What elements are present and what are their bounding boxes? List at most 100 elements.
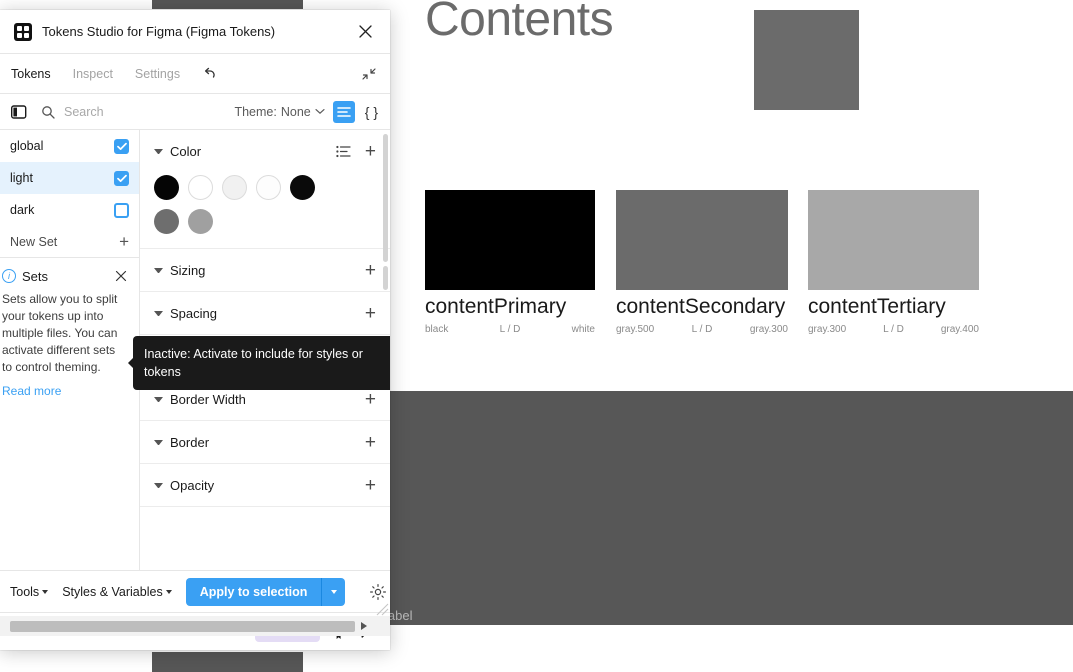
- token-section-opacity[interactable]: Opacity +: [140, 464, 390, 507]
- vertical-scrollbar-thumb[interactable]: [383, 134, 388, 262]
- plugin-titlebar: Tokens Studio for Figma (Figma Tokens): [0, 10, 390, 54]
- tokens-studio-plugin-window: Tokens Studio for Figma (Figma Tokens) T…: [0, 10, 390, 650]
- list-view-toggle[interactable]: [332, 100, 355, 123]
- sets-info-header: i Sets: [2, 268, 129, 284]
- color-card[interactable]: contentPrimary black L / D white: [425, 190, 595, 335]
- styles-label: Styles & Variables: [62, 584, 163, 599]
- plugin-title: Tokens Studio for Figma (Figma Tokens): [42, 24, 276, 39]
- token-section-border[interactable]: Border +: [140, 421, 390, 464]
- color-card-meta-mid: L / D: [499, 324, 521, 336]
- color-card[interactable]: contentTertiary gray.300 L / D gray.400: [808, 190, 979, 335]
- color-card-name: contentSecondary: [616, 295, 786, 318]
- undo-icon[interactable]: [199, 63, 221, 85]
- vertical-scrollbar-thumb-secondary[interactable]: [383, 266, 388, 290]
- color-token-dot[interactable]: [222, 175, 247, 200]
- add-token-button[interactable]: +: [365, 433, 376, 452]
- apply-to-selection-button[interactable]: Apply to selection: [185, 577, 322, 606]
- color-token-swatches: [140, 173, 330, 248]
- chevron-down-icon[interactable]: [154, 396, 163, 402]
- set-label: dark: [10, 203, 35, 217]
- color-token-dot[interactable]: [188, 209, 213, 234]
- chevron-down-icon: [315, 109, 325, 115]
- apply-button-group: Apply to selection: [185, 577, 346, 606]
- set-label: global: [10, 139, 44, 153]
- color-card-swatch: [808, 190, 979, 290]
- color-token-dot[interactable]: [154, 175, 179, 200]
- color-token-dot[interactable]: [290, 175, 315, 200]
- json-view-toggle[interactable]: { }: [363, 104, 380, 120]
- set-row-dark[interactable]: dark: [0, 194, 139, 226]
- add-token-button[interactable]: +: [365, 476, 376, 495]
- list-icon[interactable]: [336, 144, 351, 159]
- read-more-link[interactable]: Read more: [2, 384, 61, 398]
- split-view-icon[interactable]: [10, 103, 28, 121]
- token-section-spacing[interactable]: Spacing +: [140, 292, 390, 335]
- color-card-name: contentPrimary: [425, 295, 567, 318]
- close-icon[interactable]: [113, 268, 129, 284]
- close-icon[interactable]: [354, 21, 376, 43]
- color-token-dot[interactable]: [256, 175, 281, 200]
- sets-info-panel: i Sets Sets allow you to split your toke…: [0, 258, 139, 410]
- color-card-meta-right: white: [571, 324, 595, 336]
- plugin-search-bar: Theme: None { }: [0, 94, 390, 130]
- token-section-sizing[interactable]: Sizing +: [140, 249, 390, 292]
- chevron-down-icon[interactable]: [154, 310, 163, 316]
- color-card[interactable]: contentSecondary gray.500 L / D gray.300: [616, 190, 788, 335]
- theme-value: None: [280, 104, 311, 119]
- set-checkbox[interactable]: [114, 170, 129, 186]
- new-set-button[interactable]: New Set +: [0, 226, 139, 258]
- sets-info-title: Sets: [22, 268, 49, 284]
- chevron-down-icon: [330, 589, 337, 594]
- token-section-title: Color: [170, 144, 202, 159]
- apply-options-dropdown[interactable]: [321, 577, 346, 606]
- add-token-button[interactable]: +: [365, 261, 376, 280]
- token-section-title: Border: [170, 434, 210, 450]
- set-row-light[interactable]: light: [0, 162, 139, 194]
- chevron-down-icon[interactable]: [154, 439, 163, 445]
- tab-settings[interactable]: Settings: [124, 67, 191, 81]
- gear-icon[interactable]: [369, 582, 387, 602]
- color-card-swatch: [425, 190, 595, 290]
- plus-icon: +: [119, 232, 129, 251]
- canvas-top-dark-shape: [152, 0, 303, 9]
- info-icon: i: [2, 269, 16, 283]
- checkbox-tooltip: Inactive: Activate to include for styles…: [128, 336, 390, 391]
- scroll-right-arrow-icon[interactable]: [361, 622, 367, 630]
- token-section-header[interactable]: Color +: [140, 130, 390, 173]
- chevron-down-icon[interactable]: [154, 482, 163, 488]
- add-token-button[interactable]: +: [365, 390, 376, 409]
- horizontal-scrollbar[interactable]: [0, 616, 390, 636]
- collapse-expand-icon[interactable]: [358, 63, 380, 85]
- set-checkbox[interactable]: [114, 202, 129, 218]
- token-section-title: Spacing: [170, 305, 217, 321]
- token-sets-panel: global light dark New Set + i Sets Sets …: [0, 130, 140, 570]
- color-card-meta: black L / D white: [425, 324, 595, 335]
- canvas-heading: Contents: [425, 0, 614, 46]
- search-input[interactable]: [64, 104, 184, 119]
- color-card-meta-right: gray.400: [940, 324, 979, 336]
- plugin-footer: Tools Styles & Variables Apply to select…: [0, 570, 390, 612]
- set-checkbox[interactable]: [114, 138, 129, 154]
- color-card-meta-left: black: [425, 324, 449, 336]
- chevron-down-icon[interactable]: [154, 149, 163, 154]
- color-card-meta: gray.500 L / D gray.300: [616, 324, 788, 335]
- color-card-meta-right: gray.300: [749, 324, 788, 336]
- search-icon: [40, 104, 56, 120]
- chevron-down-icon: [165, 589, 172, 594]
- tab-inspect[interactable]: Inspect: [62, 67, 124, 81]
- sets-info-body: Sets allow you to split your tokens up i…: [2, 292, 118, 375]
- tab-tokens[interactable]: Tokens: [0, 67, 62, 81]
- theme-label: Theme:: [234, 104, 277, 119]
- theme-selector[interactable]: Theme: None: [234, 104, 325, 119]
- set-label: light: [10, 171, 33, 185]
- token-section-title: Border Width: [170, 391, 246, 407]
- set-row-global[interactable]: global: [0, 130, 139, 162]
- horizontal-scrollbar-thumb[interactable]: [10, 620, 355, 632]
- chevron-down-icon[interactable]: [154, 267, 163, 273]
- styles-variables-menu[interactable]: Styles & Variables: [62, 585, 172, 599]
- color-token-dot[interactable]: [154, 209, 179, 234]
- color-token-dot[interactable]: [188, 175, 213, 200]
- add-token-button[interactable]: +: [365, 142, 376, 161]
- tools-menu[interactable]: Tools: [10, 585, 49, 599]
- add-token-button[interactable]: +: [365, 304, 376, 323]
